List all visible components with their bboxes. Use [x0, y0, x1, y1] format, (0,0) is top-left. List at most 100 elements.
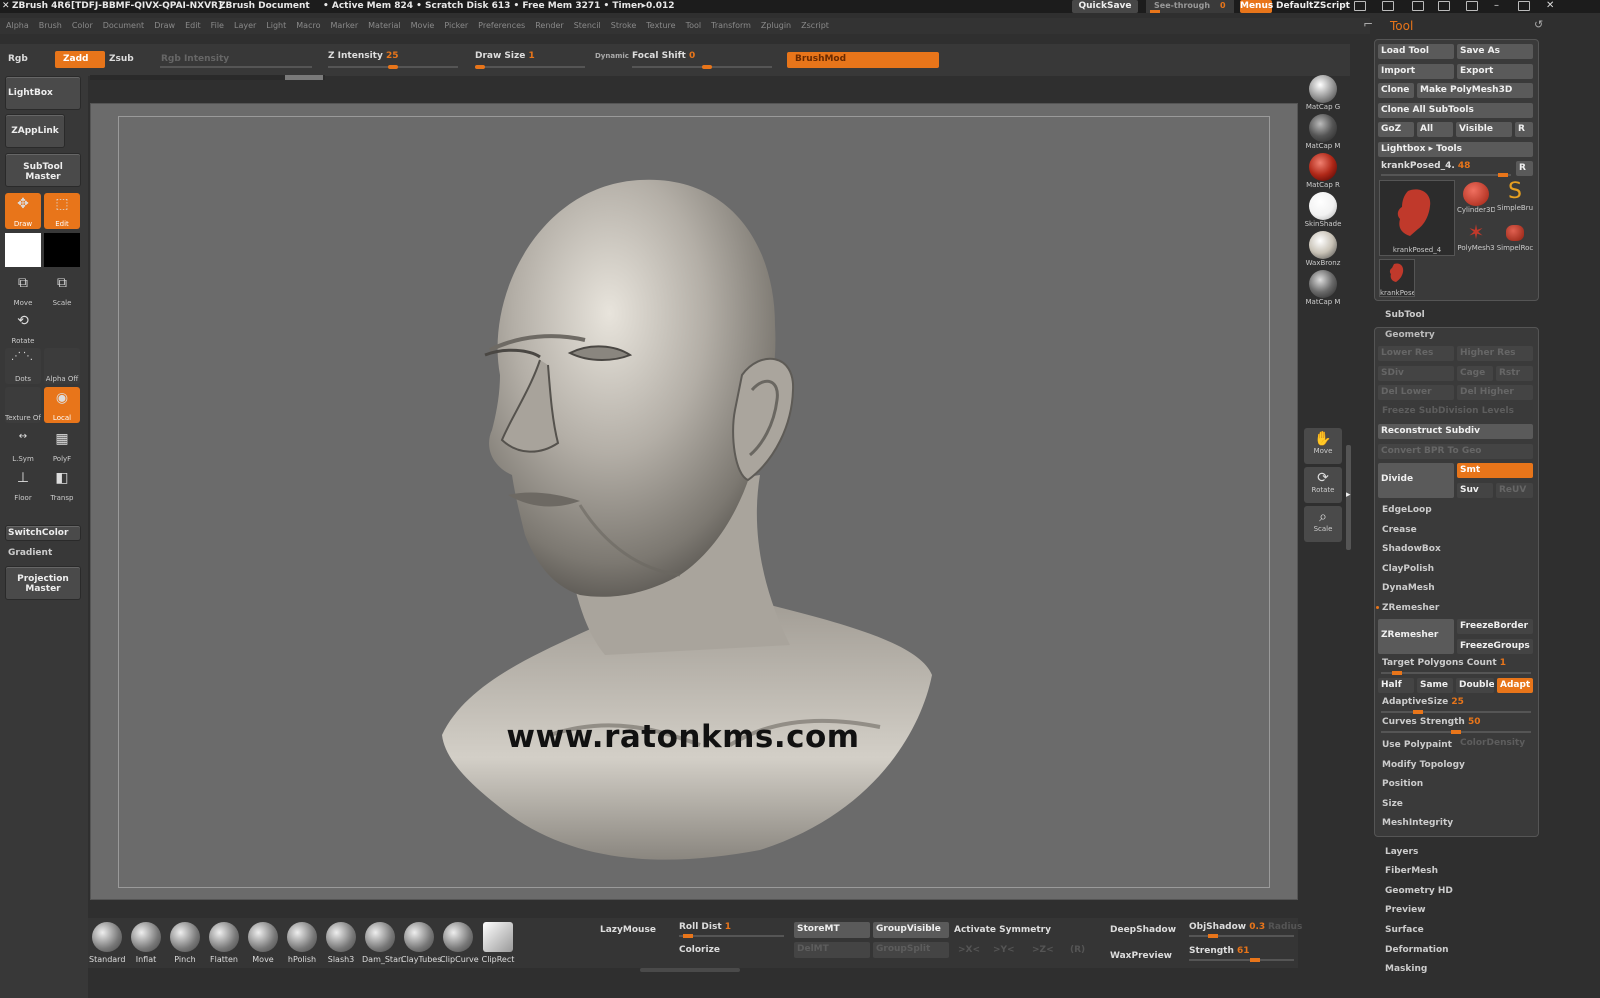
curves-strength-knob[interactable]: [1451, 730, 1461, 734]
save-as-button[interactable]: Save As: [1457, 44, 1533, 59]
draw-mode-button[interactable]: ✥ Draw: [5, 193, 41, 229]
geometry-hd-section[interactable]: Geometry HD: [1385, 886, 1453, 896]
menu-edit[interactable]: Edit: [185, 21, 201, 30]
goz-visible-button[interactable]: Visible: [1456, 122, 1512, 137]
radius-slider[interactable]: Radius: [1268, 922, 1302, 932]
material-matcap-m[interactable]: MatCap M: [1304, 270, 1342, 306]
menu-zplugin[interactable]: Zplugin: [761, 21, 791, 30]
menu-texture[interactable]: Texture: [646, 21, 675, 30]
brush-cliprect[interactable]: ClipRect: [480, 922, 516, 964]
primary-color-swatch[interactable]: [5, 233, 41, 267]
load-tool-button[interactable]: Load Tool: [1378, 44, 1454, 59]
material-matcap-metal[interactable]: MatCap M: [1304, 114, 1342, 150]
position-section[interactable]: Position: [1382, 779, 1423, 789]
pin-icon[interactable]: ⌐: [1363, 17, 1373, 31]
rgb-toggle[interactable]: Rgb: [0, 51, 50, 68]
tool-thumb-polymesh[interactable]: ✶ PolyMesh3: [1457, 220, 1495, 258]
preview-section[interactable]: Preview: [1385, 905, 1426, 915]
menu-movie[interactable]: Movie: [411, 21, 435, 30]
use-polypaint-toggle[interactable]: Use Polypaint: [1382, 740, 1452, 750]
lightbox-tools-button[interactable]: Lightbox ▸ Tools: [1378, 142, 1533, 157]
rstr-button[interactable]: Rstr: [1496, 366, 1533, 381]
brush-inflat[interactable]: Inflat: [128, 922, 164, 964]
geometry-section-title[interactable]: Geometry: [1385, 330, 1435, 340]
menu-transform[interactable]: Transform: [711, 21, 751, 30]
scale-mode-button[interactable]: ⧉ Scale: [44, 272, 80, 308]
symmetry-z-toggle[interactable]: >Z<: [1032, 945, 1054, 955]
menu-tool[interactable]: Tool: [686, 21, 702, 30]
menu-zscript[interactable]: Zscript: [801, 21, 829, 30]
brush-hpolish[interactable]: hPolish: [284, 922, 320, 964]
symmetry-radial-toggle[interactable]: (R): [1070, 945, 1085, 955]
local-symmetry-button[interactable]: ↔ L.Sym: [5, 428, 41, 464]
gradient-toggle[interactable]: Gradient: [8, 548, 52, 558]
current-tool-r-button[interactable]: R: [1516, 161, 1533, 176]
export-button[interactable]: Export: [1457, 64, 1533, 79]
maximize-icon[interactable]: [1518, 1, 1530, 11]
convert-bpr-button[interactable]: Convert BPR To Geo: [1378, 444, 1533, 459]
goz-all-button[interactable]: All: [1417, 122, 1453, 137]
strength-knob[interactable]: [1250, 958, 1260, 962]
close-icon[interactable]: ✕: [1546, 0, 1554, 11]
focal-shift-slider[interactable]: Focal Shift 0: [632, 51, 695, 61]
smt-toggle[interactable]: Smt: [1457, 463, 1533, 478]
polyframe-button[interactable]: ▦ PolyF: [44, 428, 80, 464]
crease-section[interactable]: Crease: [1382, 525, 1417, 535]
menu-picker[interactable]: Picker: [444, 21, 468, 30]
claypolish-section[interactable]: ClayPolish: [1382, 564, 1434, 574]
transparency-button[interactable]: ◧ Transp: [44, 467, 80, 503]
brush-flatten[interactable]: Flatten: [206, 922, 242, 964]
reuv-button[interactable]: ReUV: [1496, 483, 1533, 498]
brush-standard[interactable]: Standard: [89, 922, 125, 964]
menu-layer[interactable]: Layer: [234, 21, 256, 30]
lower-res-button[interactable]: Lower Res: [1378, 346, 1454, 361]
floor-button[interactable]: ⊥ Floor: [5, 467, 41, 503]
default-zscript[interactable]: DefaultZScript: [1276, 1, 1350, 11]
objshadow-knob[interactable]: [1208, 934, 1218, 938]
brushmod-slider[interactable]: BrushMod: [787, 52, 939, 68]
tray-collapse-icon[interactable]: ▸: [1346, 490, 1351, 500]
objshadow-slider[interactable]: ObjShadow 0.3: [1189, 922, 1265, 932]
clone-button[interactable]: Clone: [1378, 83, 1414, 98]
cage-button[interactable]: Cage: [1457, 366, 1493, 381]
material-waxbronze[interactable]: WaxBronz: [1304, 231, 1342, 267]
activate-symmetry-toggle[interactable]: Activate Symmetry: [954, 925, 1051, 935]
focal-shift-knob[interactable]: [702, 65, 712, 69]
menu-material[interactable]: Material: [368, 21, 401, 30]
tool-palette-title[interactable]: Tool: [1390, 19, 1413, 33]
menus-button[interactable]: Menus: [1240, 0, 1273, 13]
make-polymesh-button[interactable]: Make PolyMesh3D: [1417, 83, 1533, 98]
brush-clipcurve[interactable]: ClipCurve: [440, 922, 479, 964]
storemt-button[interactable]: StoreMT: [794, 922, 870, 938]
nav-rotate-button[interactable]: ⟳ Rotate: [1304, 467, 1342, 503]
edgeloop-section[interactable]: EdgeLoop: [1382, 505, 1432, 515]
sculpted-head-model[interactable]: [430, 175, 940, 860]
layers-section[interactable]: Layers: [1385, 847, 1418, 857]
adapt-toggle[interactable]: Adapt: [1497, 678, 1533, 693]
brush-damstandard[interactable]: Dam_Stan: [362, 922, 403, 964]
shadowbox-section[interactable]: ShadowBox: [1382, 544, 1441, 554]
menu-brush[interactable]: Brush: [39, 21, 62, 30]
menu-render[interactable]: Render: [535, 21, 563, 30]
seethrough-slider[interactable]: See-through 0: [1146, 0, 1234, 13]
goz-button[interactable]: GoZ: [1378, 122, 1414, 137]
current-tool-knob[interactable]: [1498, 173, 1508, 177]
zadd-toggle[interactable]: Zadd: [55, 51, 105, 68]
meshintegrity-section[interactable]: MeshIntegrity: [1382, 818, 1453, 828]
sdiv-slider[interactable]: SDiv: [1378, 366, 1454, 381]
divide-button[interactable]: Divide: [1378, 463, 1454, 498]
goz-r-button[interactable]: R: [1515, 122, 1533, 137]
menu-stencil[interactable]: Stencil: [574, 21, 601, 30]
tool-palette-header[interactable]: ⌐ Tool ↺: [1363, 16, 1600, 36]
tool-thumb-rock[interactable]: SimpelRoc: [1496, 220, 1534, 258]
adaptive-size-knob[interactable]: [1413, 710, 1423, 714]
color-density-slider[interactable]: ColorDensity: [1460, 738, 1525, 748]
stroke-dots-button[interactable]: ⋰⋱ Dots: [5, 348, 41, 384]
current-tool-slider[interactable]: krankPosed_4. 48: [1381, 161, 1470, 171]
switchcolor-button[interactable]: SwitchColor: [5, 525, 81, 541]
del-lower-button[interactable]: Del Lower: [1378, 385, 1454, 400]
groupvisible-button[interactable]: GroupVisible: [873, 922, 949, 938]
menu-color[interactable]: Color: [72, 21, 93, 30]
clone-all-subtools-button[interactable]: Clone All SubTools: [1378, 103, 1533, 118]
window-layout-icon[interactable]: [1412, 1, 1424, 11]
